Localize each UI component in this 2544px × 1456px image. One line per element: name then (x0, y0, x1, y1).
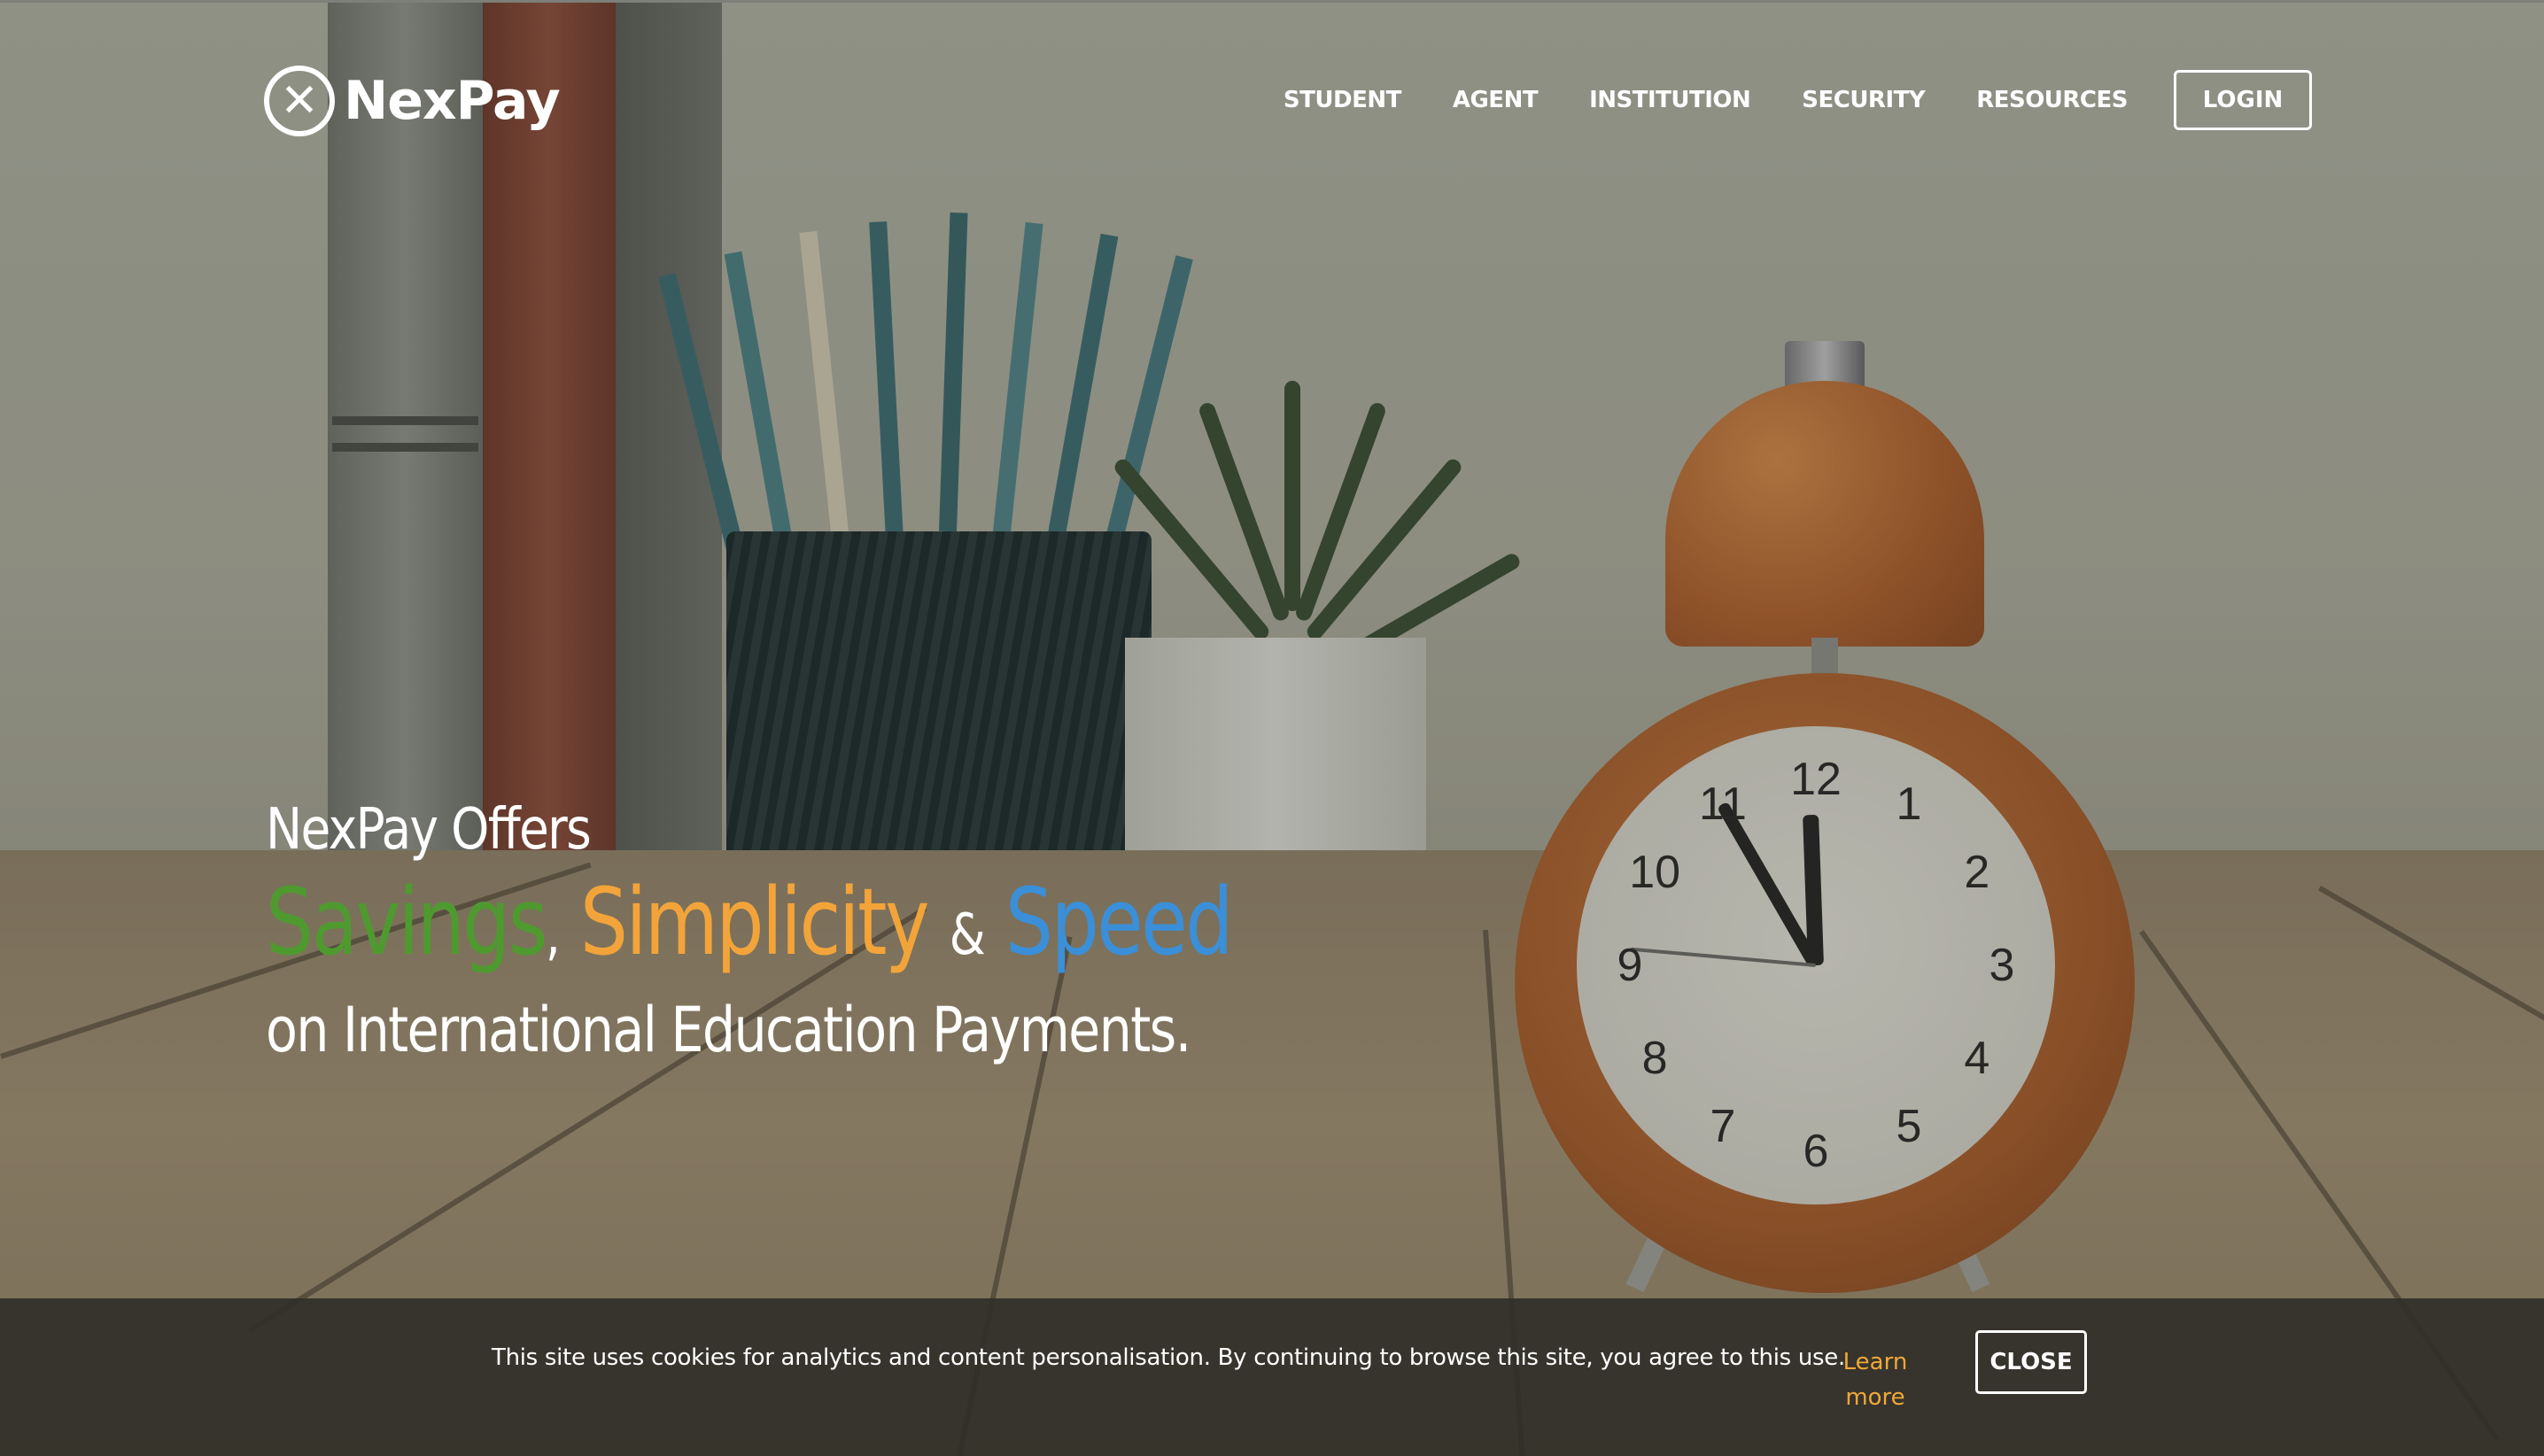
cookie-close-button[interactable]: CLOSE (1975, 1330, 2087, 1394)
ampersand-separator: & (949, 902, 986, 968)
nav-item-resources[interactable]: RESOURCES (1976, 87, 2128, 113)
main-nav: STUDENT AGENT INSTITUTION SECURITY RESOU… (1232, 69, 2312, 131)
comma-separator: , (545, 902, 561, 968)
top-border (0, 0, 2544, 3)
nav-item-agent[interactable]: AGENT (1453, 87, 1539, 113)
hero-line-1: NexPay Offers (266, 797, 592, 863)
cookie-banner: This site uses cookies for analytics and… (0, 1298, 2544, 1456)
savings-word: Savings (266, 868, 547, 976)
cookie-message: This site uses cookies for analytics and… (492, 1344, 1845, 1371)
hero-line-3: on International Education Payments. (266, 994, 1191, 1066)
nav-item-institution[interactable]: INSTITUTION (1589, 87, 1751, 113)
nexpay-logo[interactable]: ✕ NexPay (264, 64, 561, 138)
speed-word: Speed (1004, 868, 1233, 976)
hero-line-2: Savings, Simplicity & Speed (266, 868, 1233, 987)
nav-item-student[interactable]: STUDENT (1284, 87, 1401, 113)
cookie-learn-more-link[interactable]: Learn more (1835, 1344, 1915, 1415)
login-button[interactable]: LOGIN (2174, 70, 2312, 130)
background-overlay (0, 0, 2544, 1456)
network-x-icon: ✕ (264, 66, 335, 136)
logo-text: NexPay (344, 70, 561, 132)
simplicity-word: Simplicity (579, 868, 930, 976)
nav-item-security[interactable]: SECURITY (1802, 87, 1925, 113)
hero-section: 12 1 2 3 4 5 6 7 8 9 10 11 ✕ NexPay STUDENT AGENT I… (0, 0, 2544, 1456)
hero-headline: NexPay Offers Savings, Simplicity & Spee… (266, 790, 1443, 1073)
